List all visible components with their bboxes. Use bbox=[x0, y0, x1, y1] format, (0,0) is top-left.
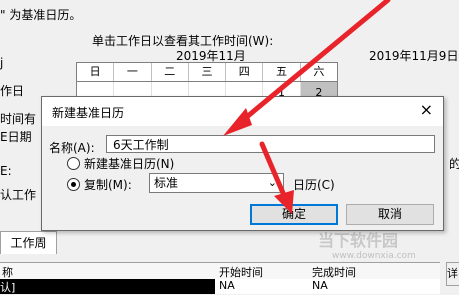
annotation-arrows bbox=[223, 0, 391, 214]
arrow-head-name bbox=[223, 108, 252, 136]
arrow-head-ok bbox=[274, 190, 294, 214]
arrow-to-ok-button bbox=[259, 141, 289, 203]
arrow-to-name-input bbox=[234, 0, 391, 128]
